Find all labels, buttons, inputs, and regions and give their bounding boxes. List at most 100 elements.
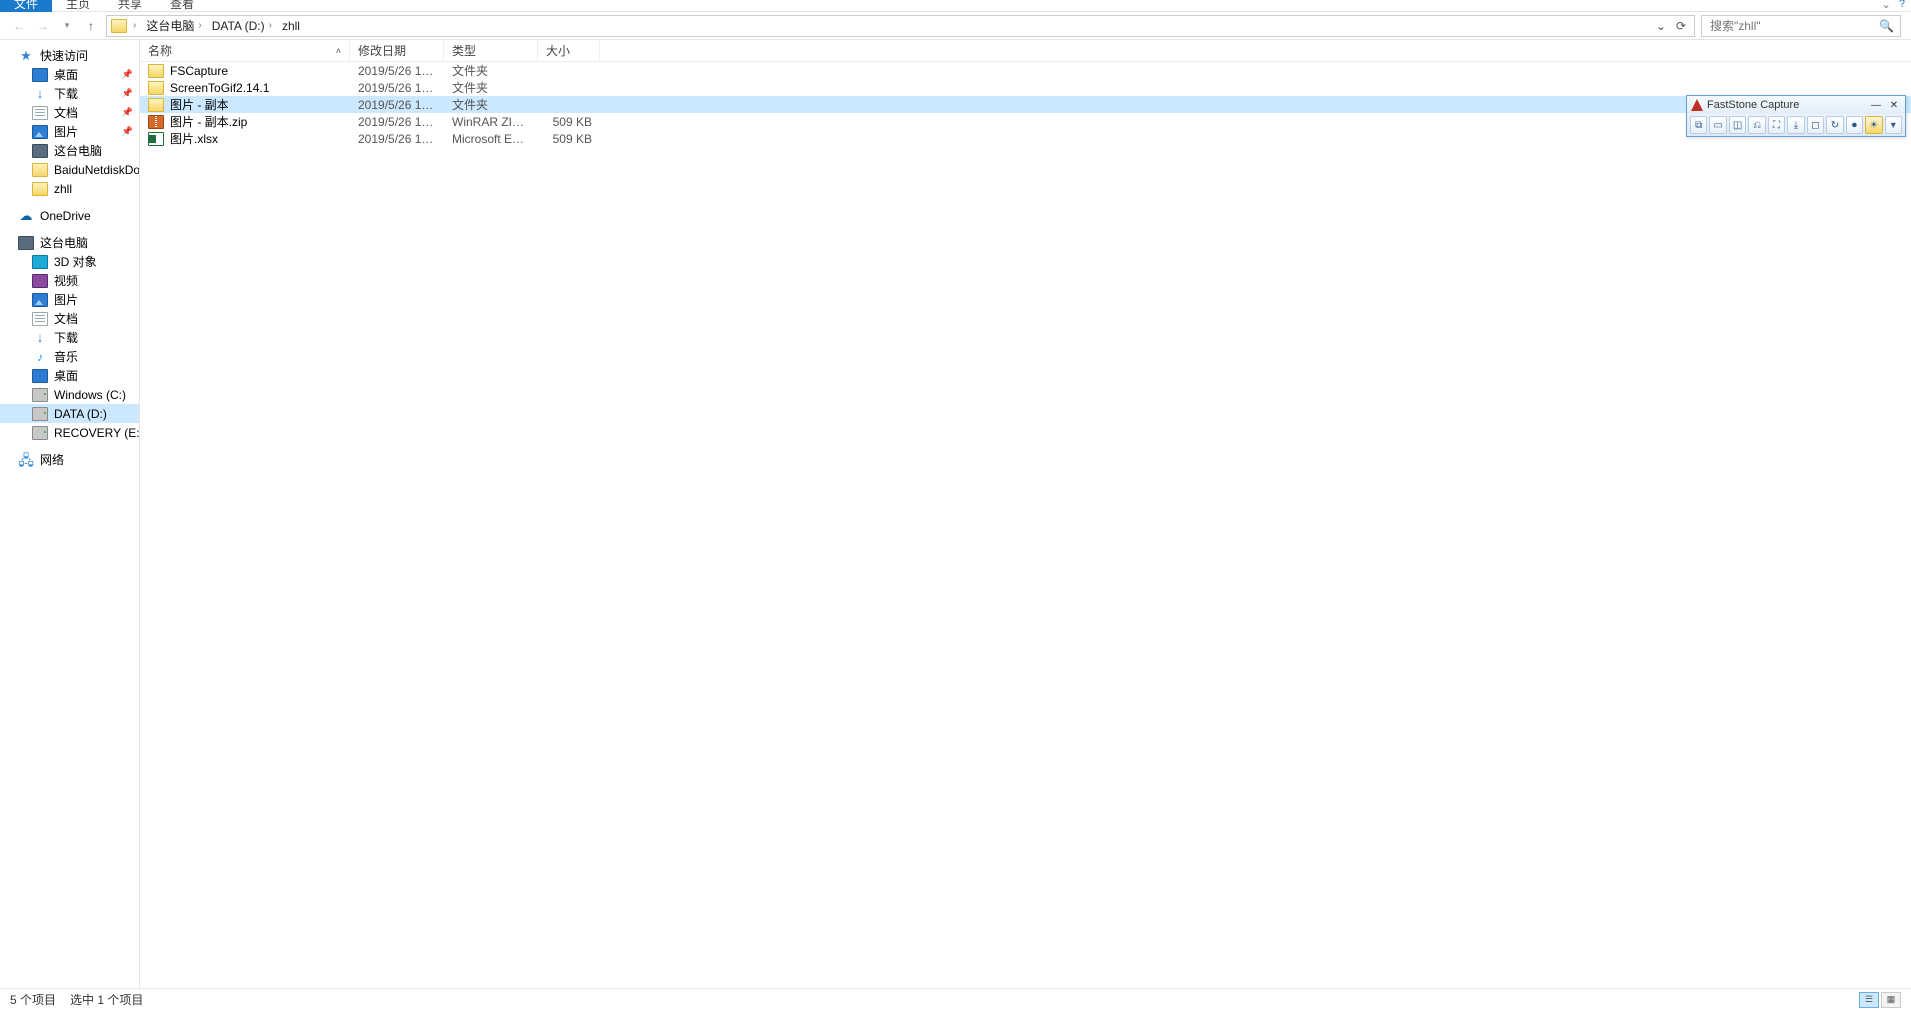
tree-label: 音乐 [54, 348, 78, 365]
settings-button[interactable]: ▾ [1885, 116, 1902, 134]
tree-pc-item[interactable]: 3D 对象 [0, 252, 139, 271]
ribbon-expand-icon[interactable]: ⌄ [1882, 0, 1891, 11]
desktop-icon [32, 68, 48, 82]
tree-pc-item[interactable]: ↓ 下载 [0, 328, 139, 347]
refresh-icon[interactable]: ⟳ [1672, 19, 1690, 33]
capture-scroll-button[interactable]: ⤓ [1787, 116, 1804, 134]
column-name[interactable]: 名称 ˄ [140, 40, 350, 61]
search-input[interactable] [1708, 18, 1879, 34]
file-type: Microsoft Excel ... [444, 132, 538, 146]
tree-onedrive[interactable]: ☁ OneDrive [0, 206, 139, 225]
music-icon: ♪ [32, 350, 48, 364]
video-icon [32, 274, 48, 288]
file-name: 图片 - 副本 [170, 96, 229, 113]
status-selection: 选中 1 个项目 [70, 991, 143, 1008]
ribbon-tab-share[interactable]: 共享 [104, 0, 156, 12]
tree-quick-item[interactable]: ↓下载📌 [0, 84, 139, 103]
download-icon: ↓ [32, 331, 48, 345]
tree-pc-item[interactable]: RECOVERY (E:) [0, 423, 139, 442]
file-type: WinRAR ZIP 压缩... [444, 113, 538, 130]
tree-quick-item[interactable]: zhll [0, 179, 139, 198]
network-icon: 🖧 [18, 453, 34, 467]
tree-label: 下载 [54, 329, 78, 346]
tree-network[interactable]: 🖧 网络 [0, 450, 139, 469]
file-size: 509 KB [538, 115, 600, 129]
file-row[interactable]: 图片.xlsx 2019/5/26 13:38 Microsoft Excel … [140, 130, 1911, 147]
file-name: FSCapture [170, 64, 228, 78]
close-button[interactable]: ✕ [1887, 99, 1901, 111]
tree-quick-item[interactable]: 图片📌 [0, 122, 139, 141]
sort-asc-icon: ˄ [336, 46, 341, 56]
ribbon-tab-home[interactable]: 主页 [52, 0, 104, 12]
tree-label: 这台电脑 [54, 142, 102, 159]
tree-pc-item[interactable]: DATA (D:) [0, 404, 139, 423]
capture-repeat-button[interactable]: ↻ [1826, 116, 1843, 134]
nav-up-button[interactable]: ↑ [82, 17, 100, 35]
file-row[interactable]: 图片 - 副本.zip 2019/5/26 13:38 WinRAR ZIP 压… [140, 113, 1911, 130]
tree-label: 桌面 [54, 66, 78, 83]
search-box[interactable]: 🔍 [1701, 15, 1901, 37]
address-folder-icon [111, 19, 127, 33]
tree-label: 这台电脑 [40, 234, 88, 251]
tree-label: 视频 [54, 272, 78, 289]
nav-recent-button[interactable]: ▾ [58, 17, 76, 35]
file-row[interactable]: FSCapture 2019/5/26 13:49 文件夹 [140, 62, 1911, 79]
capture-window-button[interactable]: ▭ [1709, 116, 1726, 134]
file-rows: FSCapture 2019/5/26 13:49 文件夹 ScreenToGi… [140, 62, 1911, 988]
tree-pc-item[interactable]: 文档 [0, 309, 139, 328]
file-row[interactable]: 图片 - 副本 2019/5/26 13:53 文件夹 [140, 96, 1911, 113]
capture-rect-button[interactable]: ◫ [1729, 116, 1746, 134]
tree-label: 文档 [54, 104, 78, 121]
tree-this-pc[interactable]: 这台电脑 [0, 233, 139, 252]
tree-quick-item[interactable]: 这台电脑 [0, 141, 139, 160]
file-row[interactable]: ScreenToGif2.14.1 2019/5/26 13:43 文件夹 [140, 79, 1911, 96]
capture-freehand-button[interactable]: ⎌ [1748, 116, 1765, 134]
view-large-button[interactable]: ▦ [1881, 992, 1901, 1008]
tree-pc-item[interactable]: Windows (C:) [0, 385, 139, 404]
breadcrumb-root[interactable]: › [129, 20, 140, 31]
tree-quick-item[interactable]: 文档 📌 [0, 103, 139, 122]
ribbon-tab-view[interactable]: 查看 [156, 0, 208, 12]
pin-icon: 📌 [122, 107, 133, 118]
screen-recorder-button[interactable]: ⏺ [1846, 116, 1863, 134]
minimize-button[interactable]: — [1869, 99, 1883, 111]
column-type[interactable]: 类型 [444, 40, 538, 61]
faststone-toolbar[interactable]: FastStone Capture — ✕ ⧉ ▭ ◫ ⎌ ⛶ ⤓ ◻ ↻ ⏺ … [1686, 95, 1906, 137]
file-size: 509 KB [538, 132, 600, 146]
file-date: 2019/5/26 13:38 [350, 132, 444, 146]
tree-pc-item[interactable]: 视频 [0, 271, 139, 290]
column-date[interactable]: 修改日期 [350, 40, 444, 61]
download-icon: ↓ [32, 87, 48, 101]
main-area: ★ 快速访问 桌面📌↓下载📌文档📌图片📌这台电脑BaiduNetdiskDozh… [0, 40, 1911, 988]
column-size[interactable]: 大小 [538, 40, 600, 61]
breadcrumb-pc[interactable]: 这台电脑› [142, 17, 205, 34]
tree-label: RECOVERY (E:) [54, 426, 140, 440]
capture-fixed-button[interactable]: ◻ [1807, 116, 1824, 134]
ribbon-tab-file[interactable]: 文件 [0, 0, 52, 12]
view-details-button[interactable]: ☰ [1859, 992, 1879, 1008]
output-options-button[interactable]: ☀ [1865, 116, 1882, 134]
breadcrumb-folder[interactable]: zhll [278, 19, 304, 33]
file-type: 文件夹 [444, 62, 538, 79]
search-icon[interactable]: 🔍 [1879, 19, 1894, 33]
faststone-titlebar[interactable]: FastStone Capture — ✕ [1687, 96, 1905, 114]
tree-label: 图片 [54, 123, 78, 140]
capture-active-window-button[interactable]: ⧉ [1690, 116, 1707, 134]
breadcrumb-drive[interactable]: DATA (D:)› [208, 19, 276, 33]
nav-back-button[interactable]: ← [10, 17, 28, 35]
nav-forward-button[interactable]: → [34, 17, 52, 35]
folder-icon [148, 98, 164, 112]
ribbon-help-icon[interactable]: ? [1899, 0, 1905, 11]
tree-quick-item[interactable]: BaiduNetdiskDo [0, 160, 139, 179]
address-box[interactable]: › 这台电脑› DATA (D:)› zhll ⌄ ⟳ [106, 15, 1695, 37]
star-icon: ★ [18, 49, 34, 63]
file-name: 图片.xlsx [170, 130, 218, 147]
address-dropdown-icon[interactable]: ⌄ [1652, 19, 1670, 33]
tree-quick-item[interactable]: 桌面📌 [0, 65, 139, 84]
tree-pc-item[interactable]: 桌面 [0, 366, 139, 385]
tree-pc-item[interactable]: ♪ 音乐 [0, 347, 139, 366]
capture-fullscreen-button[interactable]: ⛶ [1768, 116, 1785, 134]
tree-quick-access[interactable]: ★ 快速访问 [0, 46, 139, 65]
tree-pc-item[interactable]: 图片 [0, 290, 139, 309]
pin-icon: 📌 [122, 88, 133, 99]
